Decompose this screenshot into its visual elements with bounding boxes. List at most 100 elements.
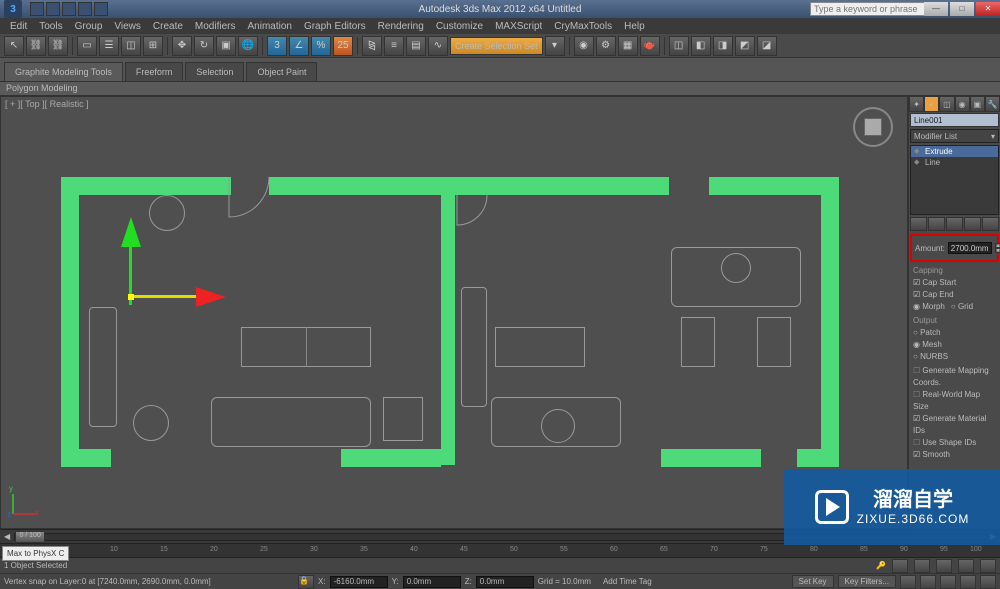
patch-radio[interactable]: Patch	[913, 327, 996, 339]
menu-help[interactable]: Help	[618, 21, 651, 32]
tool-extra1-icon[interactable]: ◧	[691, 36, 711, 56]
mesh-radio[interactable]: Mesh	[913, 339, 996, 351]
viewport-label[interactable]: [ + ][ Top ][ Realistic ]	[5, 99, 89, 109]
smooth-checkbox[interactable]: Smooth	[913, 449, 996, 461]
tool-render-setup-icon[interactable]: ⚙	[596, 36, 616, 56]
stack-config-icon[interactable]	[982, 217, 999, 231]
named-selection-set[interactable]: Create Selection Set	[450, 37, 543, 55]
gizmo-y-arrow-icon[interactable]	[121, 217, 141, 247]
stack-unique-icon[interactable]	[946, 217, 963, 231]
menu-views[interactable]: Views	[108, 21, 147, 32]
menu-customize[interactable]: Customize	[430, 21, 489, 32]
cap-end-checkbox[interactable]: Cap End	[913, 289, 996, 301]
viewport[interactable]: [ + ][ Top ][ Realistic ]	[0, 96, 908, 529]
viewcube-face-icon[interactable]	[864, 118, 882, 136]
tool-extra2-icon[interactable]: ◨	[713, 36, 733, 56]
qat-new-icon[interactable]	[30, 2, 44, 16]
tab-selection[interactable]: Selection	[185, 62, 244, 81]
tool-schematic-icon[interactable]: ◫	[669, 36, 689, 56]
gen-matids-checkbox[interactable]: Generate Material IDs	[913, 413, 996, 437]
autokey-toggle[interactable]: 🔑	[876, 561, 886, 570]
tab-freeform[interactable]: Freeform	[125, 62, 184, 81]
gizmo-x-axis-icon[interactable]	[131, 295, 201, 298]
add-time-tag[interactable]: Add Time Tag	[603, 577, 652, 586]
stack-remove-icon[interactable]	[964, 217, 981, 231]
tab-create-icon[interactable]: ✦	[909, 96, 924, 112]
tool-selectobj-icon[interactable]: ▭	[77, 36, 97, 56]
nav-maximize-icon[interactable]	[980, 575, 996, 589]
nav-orbit-icon[interactable]	[960, 575, 976, 589]
menu-rendering[interactable]: Rendering	[372, 21, 430, 32]
minimize-button[interactable]: —	[924, 2, 948, 16]
tab-motion-icon[interactable]: ◉	[955, 96, 970, 112]
modifier-item-line[interactable]: Line	[911, 157, 998, 168]
tool-unlink-icon[interactable]: ⛓	[48, 36, 68, 56]
qat-save-icon[interactable]	[62, 2, 76, 16]
modifier-stack[interactable]: Extrude Line	[910, 145, 999, 215]
qat-redo-icon[interactable]	[94, 2, 108, 16]
menu-grapheditors[interactable]: Graph Editors	[298, 21, 372, 32]
coord-z-field[interactable]: 0.0mm	[476, 576, 534, 588]
tool-extra4-icon[interactable]: ◪	[757, 36, 777, 56]
tool-snap-angle-icon[interactable]: ∠	[289, 36, 309, 56]
stack-pin-icon[interactable]	[910, 217, 927, 231]
nav-pan-icon[interactable]	[900, 575, 916, 589]
morph-radio[interactable]: Morph	[913, 301, 945, 313]
timeslider-prev-icon[interactable]: ◀	[4, 532, 10, 541]
tool-snap-3d-icon[interactable]: 3	[267, 36, 287, 56]
tool-select-icon[interactable]: ↖	[4, 36, 24, 56]
stack-show-icon[interactable]	[928, 217, 945, 231]
menu-modifiers[interactable]: Modifiers	[189, 21, 242, 32]
tool-render-icon[interactable]: 🫖	[640, 36, 660, 56]
grid-radio[interactable]: Grid	[951, 301, 973, 313]
playback-end-icon[interactable]	[980, 559, 996, 573]
tab-graphite[interactable]: Graphite Modeling Tools	[4, 62, 123, 81]
tab-utilities-icon[interactable]: 🔧	[985, 96, 1000, 112]
cap-start-checkbox[interactable]: Cap Start	[913, 277, 996, 289]
tool-scale-icon[interactable]: ▣	[216, 36, 236, 56]
help-search-input[interactable]	[810, 2, 930, 16]
menu-maxscript[interactable]: MAXScript	[489, 21, 548, 32]
tool-selectregion-icon[interactable]: ◫	[121, 36, 141, 56]
maximize-button[interactable]: □	[950, 2, 974, 16]
tool-render-frame-icon[interactable]: ▦	[618, 36, 638, 56]
qat-undo-icon[interactable]	[78, 2, 92, 16]
nurbs-radio[interactable]: NURBS	[913, 351, 996, 363]
tool-extra3-icon[interactable]: ◩	[735, 36, 755, 56]
tool-spinner-snap-icon[interactable]: 25	[333, 36, 353, 56]
modifier-list-dropdown[interactable]: Modifier List▾	[910, 129, 999, 143]
tool-window-crossing-icon[interactable]: ⊞	[143, 36, 163, 56]
tool-refcoord-icon[interactable]: 🌐	[238, 36, 258, 56]
key-filters-button[interactable]: Key Filters...	[838, 575, 896, 588]
time-slider-thumb[interactable]: 0 / 100	[15, 531, 45, 543]
tool-selectname-icon[interactable]: ☰	[99, 36, 119, 56]
modifier-item-extrude[interactable]: Extrude	[911, 146, 998, 157]
menu-group[interactable]: Group	[69, 21, 109, 32]
gen-mapping-checkbox[interactable]: Generate Mapping Coords.	[913, 365, 996, 389]
set-key-button[interactable]: Set Key	[792, 575, 834, 588]
tool-mirror-icon[interactable]: ⧎	[362, 36, 382, 56]
nav-zoom-icon[interactable]	[920, 575, 936, 589]
lock-selection-icon[interactable]: 🔒	[298, 575, 314, 589]
coord-y-field[interactable]: 0.0mm	[403, 576, 461, 588]
tab-objectpaint[interactable]: Object Paint	[246, 62, 317, 81]
timeline-ruler[interactable]: 0 5 10 15 20 25 30 35 40 45 50 55 60 65 …	[0, 543, 1000, 557]
playback-next-icon[interactable]	[958, 559, 974, 573]
tool-material-editor-icon[interactable]: ◉	[574, 36, 594, 56]
playback-play-icon[interactable]	[936, 559, 952, 573]
tool-rotate-icon[interactable]: ↻	[194, 36, 214, 56]
qat-open-icon[interactable]	[46, 2, 60, 16]
menu-tools[interactable]: Tools	[33, 21, 68, 32]
playback-start-icon[interactable]	[892, 559, 908, 573]
gizmo-origin-icon[interactable]	[128, 294, 134, 300]
tab-hierarchy-icon[interactable]: ◫	[939, 96, 954, 112]
tool-layers-icon[interactable]: ▤	[406, 36, 426, 56]
close-button[interactable]: ✕	[976, 2, 1000, 16]
tool-link-icon[interactable]: ⛓	[26, 36, 46, 56]
tab-modify-icon[interactable]: ◐	[924, 96, 939, 112]
object-name-field[interactable]	[910, 113, 999, 127]
tool-curve-editor-icon[interactable]: ∿	[428, 36, 448, 56]
playback-prev-icon[interactable]	[914, 559, 930, 573]
tool-dropdown-icon[interactable]: ▾	[545, 36, 565, 56]
tool-move-icon[interactable]: ✥	[172, 36, 192, 56]
